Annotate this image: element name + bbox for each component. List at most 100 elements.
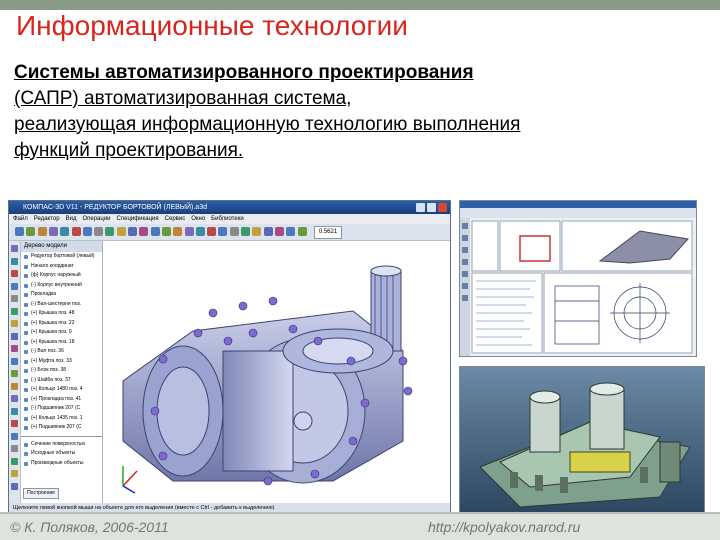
- slide-title: Информационные технологии: [16, 10, 408, 41]
- tree-item[interactable]: (+) Подшипник 207 (С: [21, 423, 102, 433]
- menu-item-3[interactable]: Операции: [82, 214, 110, 224]
- left-tool-icon[interactable]: [11, 307, 18, 315]
- tree-item[interactable]: (-) Вал поз. 36: [21, 347, 102, 357]
- toolbar-tool-icon[interactable]: [252, 227, 262, 236]
- minimize-icon[interactable]: [416, 203, 425, 212]
- drawing-screenshot: [459, 200, 697, 357]
- left-tool-icon[interactable]: [11, 357, 18, 365]
- tree-item[interactable]: (ф) Корпус наружный: [21, 271, 102, 281]
- toolbar-tool-icon[interactable]: [161, 227, 171, 236]
- menu-item-5[interactable]: Сервис: [165, 214, 186, 224]
- top-accent-bar: [0, 0, 720, 10]
- tree-item[interactable]: (+) Крышка поз. 9: [21, 328, 102, 338]
- toolbar-tool-icon[interactable]: [286, 227, 296, 236]
- toolbar-tool-icon[interactable]: [207, 227, 217, 236]
- model-tree-panel: Дерево модели Редуктор бортовой (левый) Н…: [21, 241, 103, 503]
- toolbar-tool-icon[interactable]: [37, 227, 47, 236]
- left-tool-icon[interactable]: [11, 482, 18, 490]
- toolbar-tool-icon[interactable]: [173, 227, 183, 236]
- tree-item[interactable]: (+) Прокладка поз. 41: [21, 395, 102, 405]
- menu-item-0[interactable]: Файл: [13, 214, 28, 224]
- engine-model-image: [459, 366, 705, 515]
- left-tool-icon[interactable]: [11, 432, 18, 440]
- toolbar-tool-icon[interactable]: [71, 227, 81, 236]
- left-tool-icon[interactable]: [11, 445, 18, 452]
- tree-item[interactable]: (+) Кольцо 1480 поз. 4: [21, 385, 102, 395]
- left-tool-icon[interactable]: [11, 457, 18, 465]
- toolbar-tool-icon[interactable]: [82, 227, 92, 236]
- toolbar-tool-icon[interactable]: [150, 227, 160, 236]
- close-icon[interactable]: [438, 203, 447, 212]
- construct-button[interactable]: Построение: [23, 488, 59, 499]
- tree-item[interactable]: (-) Корпус внутренний: [21, 281, 102, 291]
- tree-item[interactable]: (-) Подшипник 207 (С: [21, 404, 102, 414]
- slide-footer: © К. Поляков, 2006-2011 http://kpolyakov…: [0, 514, 720, 540]
- tree-item[interactable]: (-) Блок поз. 38: [21, 366, 102, 376]
- tree-item[interactable]: (+) Крышка поз. 48: [21, 309, 102, 319]
- toolbar-tool-icon[interactable]: [274, 227, 284, 236]
- 3d-viewport[interactable]: [103, 241, 450, 503]
- tree-item[interactable]: Редуктор бортовой (левый): [21, 252, 102, 262]
- toolbar-tool-icon[interactable]: [48, 227, 58, 236]
- left-tool-icon[interactable]: [11, 470, 18, 477]
- toolbar-tool-icon[interactable]: [218, 227, 228, 236]
- toolbar-tool-icon[interactable]: [94, 227, 104, 236]
- tree-item[interactable]: (+) Муфта поз. 33: [21, 357, 102, 367]
- toolbar-tool-icon[interactable]: [15, 227, 24, 236]
- zoom-field[interactable]: 0.5621: [314, 226, 342, 239]
- menu-item-6[interactable]: Окно: [191, 214, 205, 224]
- tree-item[interactable]: Начало координат: [21, 262, 102, 272]
- menu-item-2[interactable]: Вид: [66, 214, 77, 224]
- left-tool-icon[interactable]: [11, 295, 18, 302]
- definition-line-3: функций проектирования.: [14, 140, 244, 161]
- toolbar-tool-icon[interactable]: [128, 227, 137, 236]
- tree-item[interactable]: (-) Шайба поз. 37: [21, 376, 102, 386]
- left-tool-icon[interactable]: [11, 245, 18, 252]
- left-tool-icon[interactable]: [11, 420, 18, 427]
- toolbar-tool-icon[interactable]: [105, 227, 115, 236]
- cad-titlebar: КОМПАС-3D V11 - РЕДУКТОР БОРТОВОЙ (ЛЕВЫЙ…: [9, 201, 450, 214]
- menu-item-7[interactable]: Библиотеки: [211, 214, 244, 224]
- toolbar-tool-icon[interactable]: [184, 227, 194, 236]
- tree-bottom-item[interactable]: Сечение поверхностью: [21, 440, 102, 450]
- left-tool-icon[interactable]: [11, 320, 18, 327]
- toolbar-tool-icon[interactable]: [195, 227, 205, 236]
- left-tool-icon[interactable]: [11, 270, 18, 277]
- model-tree-bottom-list: Сечение поверхностью Исходные объекты Прои…: [21, 440, 102, 469]
- term-heading: Системы автоматизированного проектирован…: [14, 62, 474, 83]
- toolbar-tool-icon[interactable]: [241, 227, 250, 236]
- toolbar-tool-icon[interactable]: [229, 227, 239, 236]
- tree-item[interactable]: Прокладка: [21, 290, 102, 300]
- window-controls: [416, 203, 447, 212]
- tree-item[interactable]: (+) Кольцо 1435 поз. 1: [21, 414, 102, 424]
- tree-item[interactable]: (+) Крышка поз. 18: [21, 338, 102, 348]
- maximize-icon[interactable]: [427, 203, 436, 212]
- tree-bottom-item[interactable]: Производные объекты: [21, 459, 102, 469]
- tree-item[interactable]: (-) Вал-шестерня поз.: [21, 300, 102, 310]
- left-tool-icon[interactable]: [11, 382, 18, 390]
- engine-render: [460, 367, 704, 514]
- toolbar-tool-icon[interactable]: [263, 227, 273, 236]
- menu-item-1[interactable]: Редактор: [34, 214, 60, 224]
- left-tool-icon[interactable]: [11, 395, 18, 402]
- left-tool-icon[interactable]: [11, 345, 18, 352]
- toolbar-tool-icon[interactable]: [116, 227, 126, 236]
- toolbar-tool-icon[interactable]: [26, 227, 36, 236]
- cad-window-title: КОМПАС-3D V11 - РЕДУКТОР БОРТОВОЙ (ЛЕВЫЙ…: [23, 204, 207, 211]
- model-tree-header: Дерево модели: [21, 241, 102, 252]
- left-tool-icon[interactable]: [11, 407, 18, 415]
- left-tool-icon[interactable]: [11, 332, 18, 340]
- left-tool-icon[interactable]: [11, 282, 18, 290]
- toolbar-tool-icon[interactable]: [139, 227, 149, 236]
- menu-item-4[interactable]: Спецификация: [117, 214, 159, 224]
- toolbar-tool-icon[interactable]: [297, 227, 307, 236]
- copyright-text: © К. Поляков, 2006-2011: [10, 519, 169, 535]
- footer-url-link[interactable]: http://kpolyakov.narod.ru: [428, 519, 580, 535]
- cad-toolbar: [9, 224, 450, 241]
- gearbox-3d-model: [122, 265, 413, 494]
- toolbar-tool-icon[interactable]: [60, 227, 70, 236]
- left-tool-icon[interactable]: [11, 370, 18, 377]
- tree-bottom-item[interactable]: Исходные объекты: [21, 449, 102, 459]
- left-tool-icon[interactable]: [11, 257, 18, 265]
- tree-item[interactable]: (+) Крышка поз. 22: [21, 319, 102, 329]
